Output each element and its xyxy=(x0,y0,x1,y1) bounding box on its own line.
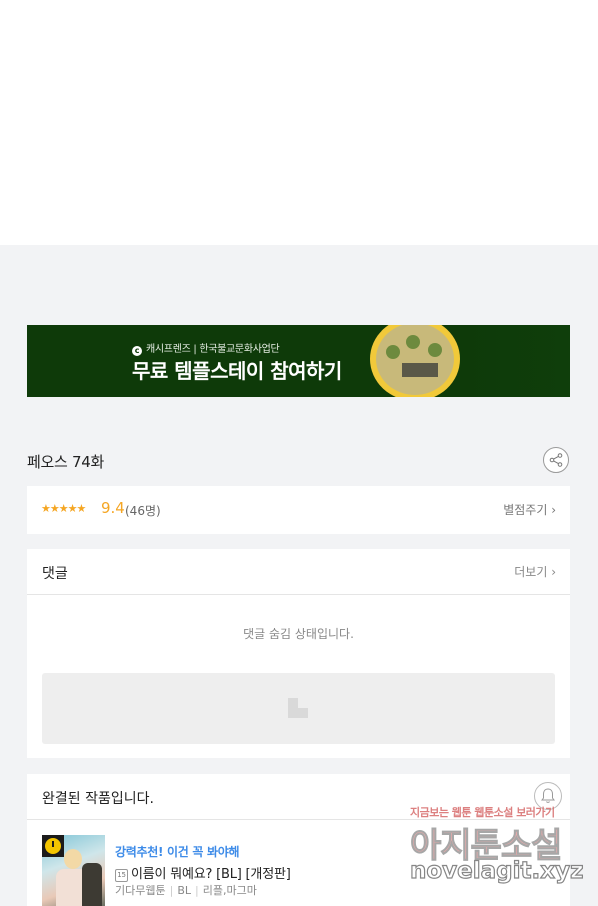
completed-title: 완결된 작품입니다. xyxy=(42,791,154,807)
rating-score: 9.4 xyxy=(101,499,125,517)
banner-brand: c 캐시프렌즈 | 한국불교문화사업단 xyxy=(132,340,280,356)
recommended-work-meta: 기다무웹툰 | BL | 리플,마그마 xyxy=(115,884,257,897)
share-icon xyxy=(549,453,563,467)
ad-placeholder[interactable] xyxy=(42,673,555,744)
banner-headline: 무료 템플스테이 참여하기 xyxy=(132,359,342,383)
share-button[interactable] xyxy=(543,447,569,473)
banner-background xyxy=(460,325,570,397)
comment-more-button[interactable]: 더보기 › xyxy=(514,563,556,580)
recommended-work-title[interactable]: 15 이름이 뭐예요? [BL] [개정판] xyxy=(115,863,291,882)
rating-card: ★★★★★ 9.4 (46명) 별점주기 › xyxy=(27,486,570,534)
ad-placeholder-icon xyxy=(288,698,308,718)
comment-hidden-message: 댓글 숨김 상태입니다. xyxy=(243,627,354,641)
site-watermark: 지금보는 웹툰 웹툰소설 보러가기 아지툰소설 novelagit.xyz xyxy=(409,806,584,885)
recommended-work-thumbnail[interactable] xyxy=(42,835,105,906)
star-rating-icon: ★★★★★ xyxy=(41,502,86,515)
comment-section: 댓글 더보기 › 댓글 숨김 상태입니다. xyxy=(27,549,570,758)
wait-free-clock-icon xyxy=(42,835,64,857)
temple-illustration-icon xyxy=(370,325,460,397)
age-rating-badge: 15 xyxy=(115,869,128,882)
rate-button[interactable]: 별점주기 › xyxy=(503,501,556,518)
rating-count: (46명) xyxy=(125,504,161,518)
recommend-label: 강력추천! 이건 꼭 봐야해 xyxy=(115,845,240,859)
top-blank-area xyxy=(0,0,598,245)
comment-title: 댓글 xyxy=(42,566,68,582)
templestay-ad-banner[interactable]: c 캐시프렌즈 | 한국불교문화사업단 무료 템플스테이 참여하기 xyxy=(27,325,570,397)
comment-header: 댓글 더보기 › xyxy=(27,549,570,595)
episode-title: 페오스 74화 xyxy=(27,453,104,471)
